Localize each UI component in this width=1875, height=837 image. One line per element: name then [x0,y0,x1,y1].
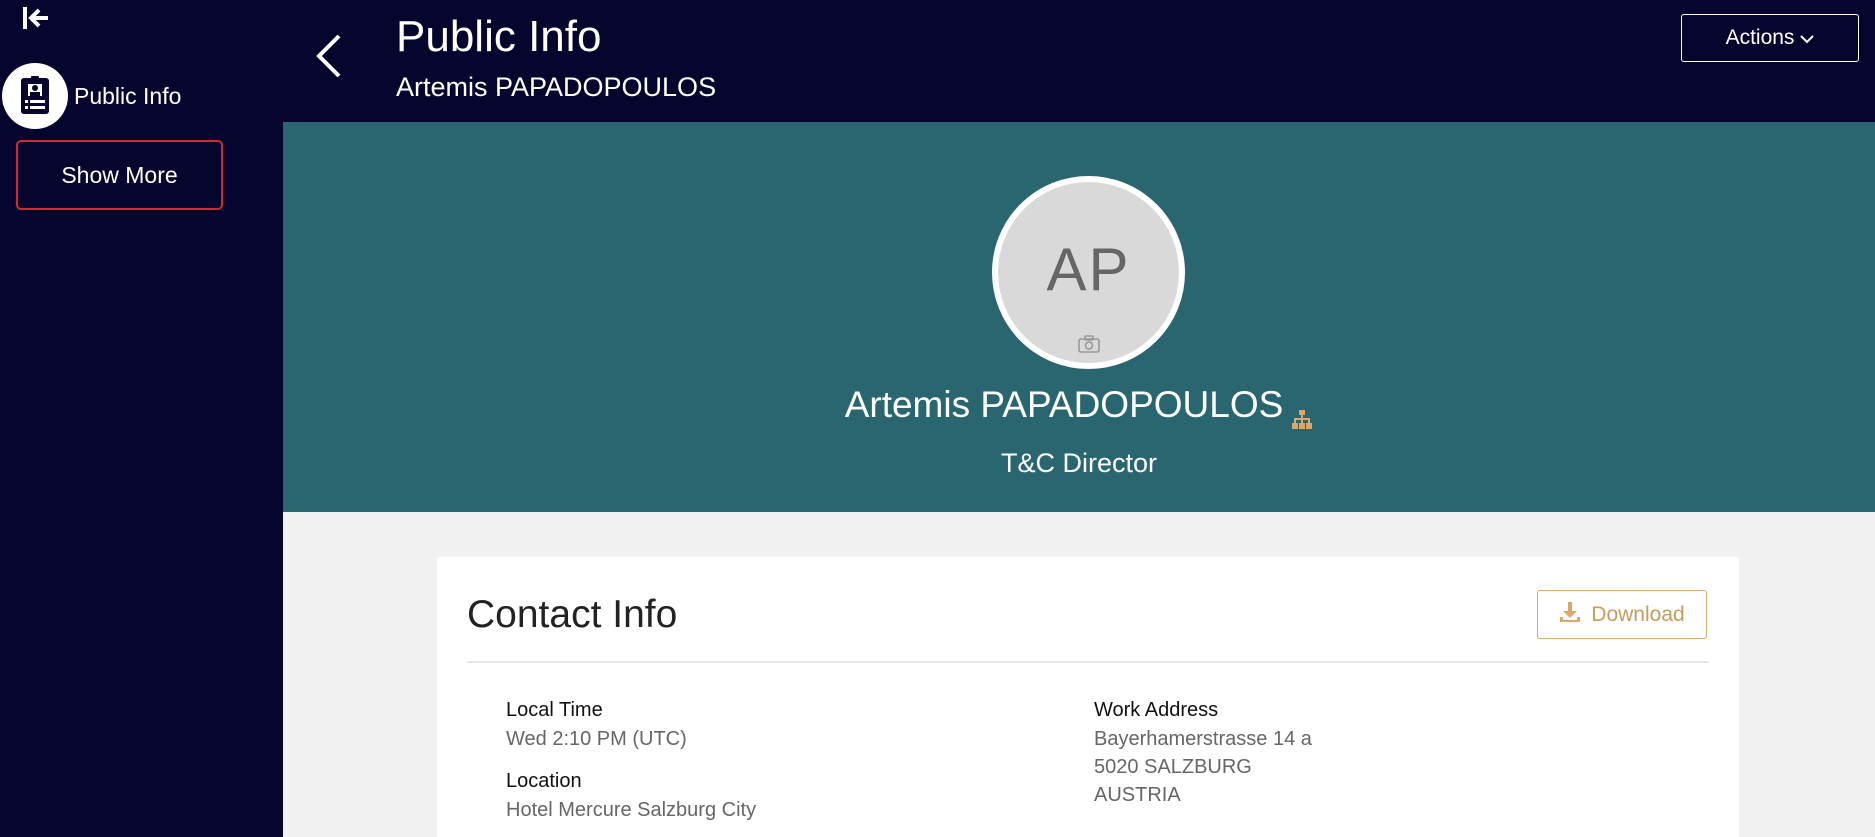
sidebar-item-public-info[interactable]: Public Info [2,62,181,130]
download-label: Download [1591,602,1685,626]
collapse-sidebar-icon[interactable] [20,4,52,34]
download-icon [1559,601,1581,629]
chevron-down-icon [1800,26,1815,50]
avatar-initials: AP [1046,236,1131,303]
local-time-label: Local Time [506,699,603,721]
org-chart-icon[interactable] [1291,398,1313,429]
page-title: Public Info [396,12,602,61]
page-header: Public Info Artemis PAPADOPOULOS Actions [283,0,1875,122]
show-more-button[interactable]: Show More [16,140,223,210]
location-value: Hotel Mercure Salzburg City [506,799,757,821]
location-label: Location [506,770,582,792]
contact-info-card: Contact Info Download Local Time Wed 2:1… [437,557,1739,837]
sidebar-item-label: Public Info [74,82,182,109]
local-time-value: Wed 2:10 PM (UTC) [506,728,687,750]
download-button[interactable]: Download [1537,590,1707,639]
divider [467,661,1709,663]
profile-banner: AP Artemis PAPADOPOULOS T&C Director [283,122,1875,512]
sidebar: Public Info Show More [0,0,283,837]
actions-button[interactable]: Actions [1681,14,1859,62]
contact-info-title: Contact Info [467,593,678,636]
back-chevron-icon[interactable] [313,32,347,80]
page-subtitle: Artemis PAPADOPOULOS [396,72,717,102]
work-address-label: Work Address [1094,699,1219,721]
person-name-text: Artemis PAPADOPOULOS [844,384,1284,425]
camera-icon[interactable] [1077,335,1100,353]
id-badge-icon [2,63,68,129]
person-name: Artemis PAPADOPOULOS [283,384,1875,429]
work-address-line: Bayerhamerstrasse 14 a [1094,728,1312,750]
work-address-line: 5020 SALZBURG [1094,756,1252,778]
actions-label: Actions [1725,26,1795,49]
avatar[interactable]: AP [992,176,1185,369]
work-address-line: AUSTRIA [1094,784,1181,806]
person-job-title: T&C Director [1000,448,1157,478]
